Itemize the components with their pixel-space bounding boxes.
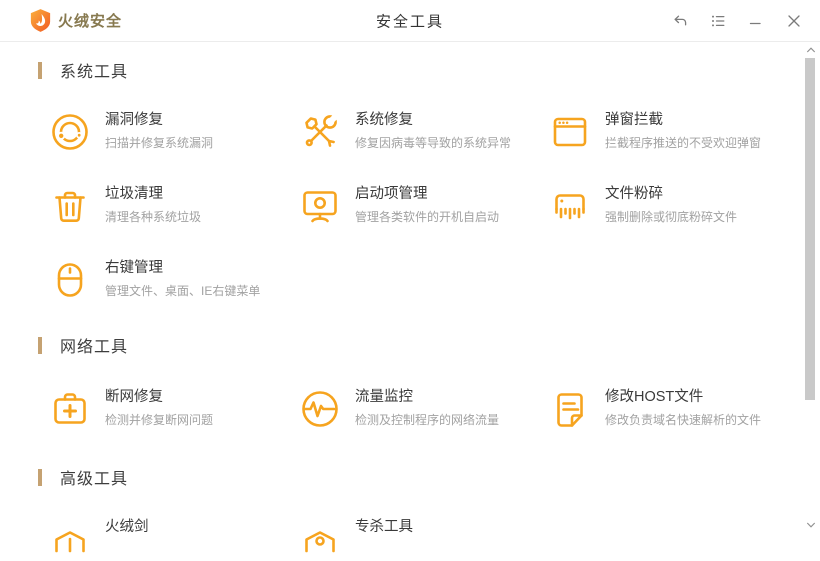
junk-clean-icon	[55, 191, 85, 223]
tool-title: 弹窗拦截	[605, 112, 663, 128]
special-kill-tool-icon	[305, 531, 335, 553]
close-icon[interactable]	[785, 12, 802, 29]
tool-title: 文件粉碎	[605, 186, 663, 202]
tool-junk-clean[interactable]: 垃圾清理 清理各种系统垃圾	[48, 184, 298, 228]
tool-desc: 检测并修复断网问题	[105, 413, 214, 427]
tool-title: 修改HOST文件	[605, 389, 704, 405]
tool-desc: 管理各类软件的开机自启动	[355, 210, 500, 224]
tool-system-repair[interactable]: 系统修复 修复因病毒等导致的系统异常	[298, 110, 548, 154]
section-header-network-tools: 网络工具	[38, 335, 820, 356]
traffic-monitor-icon	[302, 391, 338, 427]
tool-desc: 检测及控制程序的网络流量	[355, 413, 500, 427]
system-repair-icon	[305, 112, 340, 147]
advanced-tools-grid: 火绒剑 专杀工具	[48, 517, 820, 561]
scrollbar[interactable]	[803, 42, 818, 540]
titlebar: 火绒安全 安全工具	[0, 0, 820, 42]
scrollbar-thumb[interactable]	[805, 58, 815, 400]
tool-host-file[interactable]: 修改HOST文件 修改负责域名快速解析的文件	[548, 387, 798, 431]
tool-network-repair[interactable]: 断网修复 检测并修复断网问题	[48, 387, 298, 431]
window-controls	[671, 12, 802, 29]
list-menu-icon[interactable]	[709, 12, 726, 29]
huorong-sword-icon	[55, 531, 85, 553]
tool-desc: 强制删除或彻底粉碎文件	[605, 210, 738, 224]
popup-blocker-icon	[553, 117, 587, 147]
tool-desc: 清理各种系统垃圾	[105, 210, 202, 224]
tool-title: 系统修复	[355, 112, 413, 128]
section-label: 网络工具	[60, 339, 129, 356]
tool-title: 火绒剑	[105, 519, 149, 535]
tool-vulnerability-fix[interactable]: 漏洞修复 扫描并修复系统漏洞	[48, 110, 298, 154]
tool-title: 垃圾清理	[105, 186, 163, 202]
tool-desc: 管理文件、桌面、IE右键菜单	[105, 284, 261, 298]
section-bar	[38, 336, 42, 354]
vulnerability-fix-icon	[52, 114, 88, 150]
tool-desc: 修复因病毒等导致的系统异常	[355, 136, 512, 150]
tool-title: 漏洞修复	[105, 112, 163, 128]
tool-desc: 修改负责域名快速解析的文件	[605, 413, 762, 427]
tool-right-click-manager[interactable]: 右键管理 管理文件、桌面、IE右键菜单	[48, 258, 298, 302]
tool-desc: 拦截程序推送的不受欢迎弹窗	[605, 136, 762, 150]
tool-title: 启动项管理	[355, 186, 428, 202]
tool-special-kill[interactable]: 专杀工具	[298, 517, 548, 561]
network-repair-icon	[54, 393, 86, 424]
tool-file-shredder[interactable]: 文件粉碎 强制删除或彻底粉碎文件	[548, 184, 798, 228]
section-bar	[38, 468, 42, 486]
host-file-icon	[557, 393, 583, 427]
tool-traffic-monitor[interactable]: 流量监控 检测及控制程序的网络流量	[298, 387, 548, 431]
section-label: 系统工具	[60, 64, 129, 81]
tool-huorong-sword[interactable]: 火绒剑	[48, 517, 298, 561]
scroll-down-icon[interactable]	[806, 522, 815, 528]
minimize-icon[interactable]	[747, 12, 764, 29]
section-header-system-tools: 系统工具	[38, 60, 820, 81]
undo-icon[interactable]	[671, 12, 688, 29]
section-bar	[38, 61, 42, 79]
tool-title: 右键管理	[105, 260, 163, 276]
section-label: 高级工具	[60, 471, 129, 488]
tool-title: 专杀工具	[355, 519, 413, 535]
page-title: 安全工具	[375, 13, 445, 30]
right-click-manager-icon	[57, 263, 83, 297]
app-logo: 火绒安全	[30, 8, 122, 33]
tool-desc: 扫描并修复系统漏洞	[105, 136, 214, 150]
startup-manager-icon	[303, 191, 337, 223]
tool-title: 流量监控	[355, 389, 413, 405]
huorong-logo-icon	[30, 9, 51, 32]
scroll-up-icon[interactable]	[806, 47, 815, 53]
tool-title: 断网修复	[105, 389, 163, 405]
app-name: 火绒安全	[58, 13, 123, 30]
network-tools-grid: 断网修复 检测并修复断网问题 流量监控 检测及控制程序的网络流量 修改HOST文…	[48, 387, 820, 431]
system-tools-grid: 漏洞修复 扫描并修复系统漏洞 系统修复 修复因病毒等导致的系统异常 弹窗拦截 拦…	[48, 110, 820, 302]
tool-popup-blocker[interactable]: 弹窗拦截 拦截程序推送的不受欢迎弹窗	[548, 110, 798, 154]
tools-page: 系统工具 漏洞修复 扫描并修复系统漏洞 系统修复 修复因病毒等导致的系统异常 弹…	[0, 60, 820, 561]
section-header-advanced-tools: 高级工具	[38, 467, 820, 488]
file-shredder-icon	[555, 194, 585, 220]
tool-startup-manager[interactable]: 启动项管理 管理各类软件的开机自启动	[298, 184, 548, 228]
